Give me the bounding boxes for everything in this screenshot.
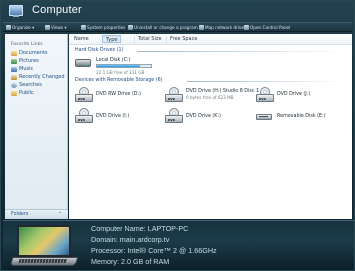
group-removable-storage[interactable]: Devices with Removable Storage (6) [75, 78, 163, 83]
hard-drive-icon [75, 59, 91, 67]
computer-name: Computer Name: LAPTOP-PC [91, 224, 189, 233]
memory: Memory: 2.0 GB of RAM [91, 257, 170, 266]
dvd-drive-icon: DVD [165, 108, 183, 124]
explorer-window: Computer Organize ▾ Views ▾ System prope… [0, 0, 355, 271]
drive-dvd-j[interactable]: DVD DVD Drive (J:) [256, 87, 346, 105]
system-properties-button[interactable]: System properties [80, 23, 125, 32]
nav-item-recently-changed[interactable]: Recently Changed [11, 74, 65, 81]
organize-button[interactable]: Organize ▾ [5, 23, 34, 32]
dvd-drive-icon: DVD [256, 87, 274, 103]
views-button[interactable]: Views ▾ [44, 23, 67, 32]
column-header-total-size[interactable]: Total Size [134, 36, 162, 44]
nav-item-pictures[interactable]: Pictures [11, 58, 39, 65]
favorite-links-heading: Favorite Links [11, 42, 43, 47]
column-headers: Name Type Total Size Free Space [69, 34, 352, 45]
drive-dvd-h[interactable]: DVD DVD Drive (H:) Studio 8 Disc 1 0 byt… [165, 87, 260, 105]
column-header-free-space[interactable]: Free Space [166, 36, 197, 44]
drive-free-space: 0 bytes free of 623 MB [186, 95, 234, 100]
dvd-logo: DVD [259, 97, 267, 101]
dvd-logo: DVD [168, 118, 176, 122]
group-hard-disk-drives[interactable]: Hard Disk Drives (1) [75, 48, 123, 53]
uninstall-program-button[interactable]: Uninstall or change a program [127, 23, 198, 32]
drive-local-disk-c[interactable]: Local Disk (C:) 22.1 GB free of 111 GB [75, 57, 185, 77]
window-title: Computer [32, 4, 82, 16]
group-divider [137, 51, 347, 52]
drive-label: Local Disk (C:) [96, 58, 131, 63]
file-list: Name Type Total Size Free Space Hard Dis… [69, 34, 352, 219]
nav-item-public[interactable]: Public [11, 90, 34, 97]
folders-label: Folders [11, 212, 29, 217]
column-header-name[interactable]: Name [74, 36, 89, 44]
map-network-drive-button[interactable]: Map network drive [198, 23, 244, 32]
drive-label: DVD Drive (J:) [277, 92, 311, 97]
drive-removable-e[interactable]: Removable Disk (E:) [256, 108, 348, 126]
open-control-panel-button[interactable]: Open Control Panel [243, 23, 290, 32]
dvd-logo: DVD [78, 118, 86, 122]
nav-item-searches[interactable]: Searches [11, 82, 42, 89]
drive-dvd-rw-d[interactable]: DVD DVD RW Drive (D:) [75, 87, 163, 105]
dvd-drive-icon: DVD [75, 87, 93, 103]
title-bar: Computer [1, 1, 354, 20]
nav-item-music[interactable]: Music [11, 66, 33, 73]
drive-dvd-i[interactable]: DVD DVD Drive (I:) [75, 108, 163, 126]
folders-toggle[interactable]: Folders ^ [5, 209, 68, 219]
dvd-drive-icon: DVD [75, 108, 93, 124]
command-toolbar: Organize ▾ Views ▾ System properties Uni… [3, 22, 352, 32]
removable-disk-icon [256, 112, 272, 122]
navigation-pane: Favorite Links Documents Pictures Music … [5, 34, 68, 217]
column-header-type[interactable]: Type [102, 35, 122, 43]
laptop-icon [9, 225, 79, 269]
dvd-logo: DVD [168, 97, 176, 101]
processor: Processor: Intel® Core™ 2 @ 1.66GHz [91, 246, 217, 255]
drive-label: Removable Disk (E:) [277, 114, 326, 119]
drive-label: DVD Drive (K:) [186, 114, 221, 119]
details-pane: Computer Name: LAPTOP-PC Domain: main.ar… [3, 220, 354, 270]
drive-usage-bar [96, 64, 152, 68]
group-divider [187, 81, 347, 82]
drive-label: DVD Drive (I:) [96, 114, 130, 119]
dvd-logo: DVD [78, 97, 86, 101]
dvd-drive-icon: DVD [165, 87, 183, 103]
drive-free-space: 22.1 GB free of 111 GB [96, 70, 145, 75]
computer-icon [9, 5, 23, 17]
drive-dvd-k[interactable]: DVD DVD Drive (K:) [165, 108, 255, 126]
chevron-up-icon: ^ [58, 212, 62, 217]
drive-label: DVD RW Drive (D:) [96, 92, 141, 97]
drive-usage-fill [97, 65, 141, 67]
nav-item-documents[interactable]: Documents [11, 50, 48, 57]
drive-label: DVD Drive (H:) Studio 8 Disc 1 [186, 89, 260, 94]
domain: Domain: main.ardcorp.tv [91, 235, 170, 244]
